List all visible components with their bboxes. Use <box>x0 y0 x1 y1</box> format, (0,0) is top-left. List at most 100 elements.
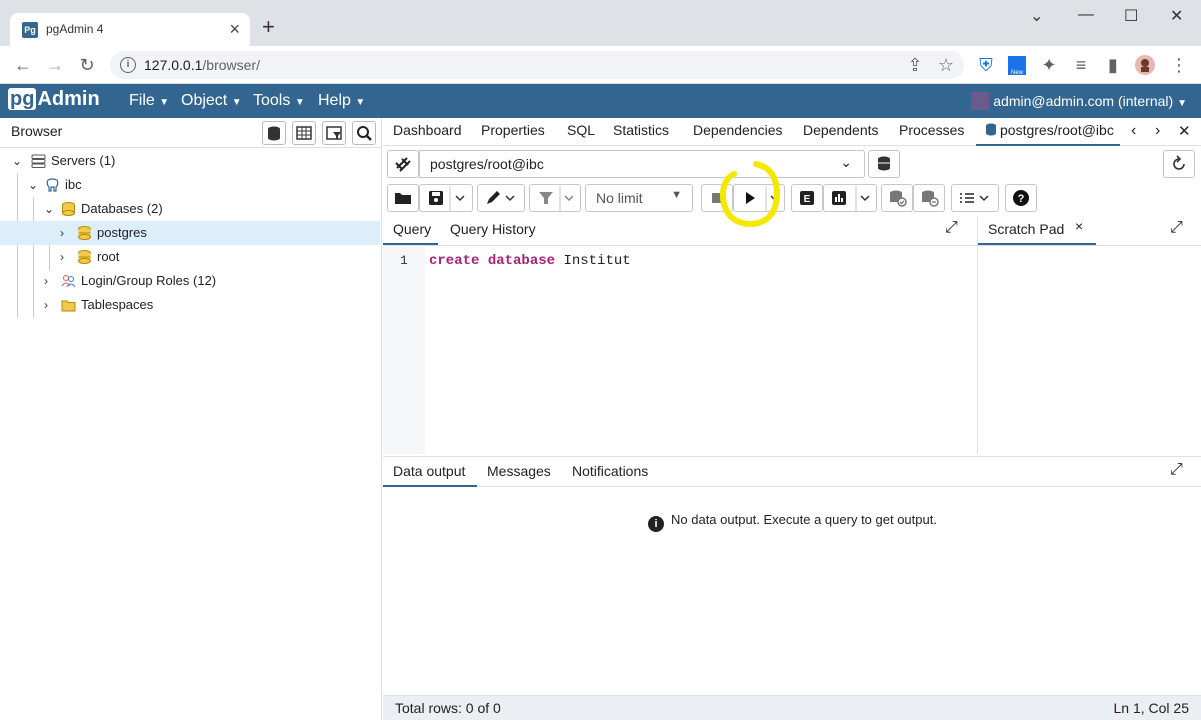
tree-node-db-root[interactable]: › root <box>0 245 380 269</box>
tab-processes[interactable]: Processes <box>899 122 964 138</box>
browser-tab-title: pgAdmin 4 <box>46 22 104 36</box>
tab-query-tool[interactable]: postgres/root@ibc <box>985 122 1121 138</box>
user-avatar <box>971 92 990 110</box>
tab-data-output[interactable]: Data output <box>393 463 465 479</box>
query-tool-icon[interactable] <box>262 121 286 145</box>
back-icon[interactable]: ← <box>12 54 34 76</box>
close-window-button[interactable]: ✕ <box>1170 6 1183 26</box>
explain-analyze-button[interactable] <box>823 184 877 212</box>
database-switch-icon[interactable] <box>868 150 900 178</box>
tab-properties[interactable]: Properties <box>481 122 545 138</box>
tree-node-servers[interactable]: ⌄ Servers (1) <box>0 149 380 173</box>
rollback-icon[interactable] <box>913 184 945 212</box>
menu-file[interactable]: File ▼ <box>129 92 169 110</box>
expand-icon[interactable]: ⤢ <box>945 219 958 237</box>
browser-panel-title: Browser <box>11 123 63 139</box>
tab-dependents[interactable]: Dependents <box>803 122 879 138</box>
more-menu-icon[interactable]: ⋮ <box>1168 54 1190 76</box>
chevron-right-icon[interactable]: › <box>60 245 64 269</box>
chevron-down-icon[interactable]: ⌄ <box>28 173 38 197</box>
explain-button[interactable]: E <box>791 184 823 212</box>
total-rows: Total rows: 0 of 0 <box>395 700 501 716</box>
forward-icon[interactable]: → <box>44 54 66 76</box>
expand-icon[interactable]: ⤢ <box>1170 219 1183 237</box>
active-tab-indicator <box>978 243 1096 245</box>
view-data-icon[interactable] <box>292 121 316 145</box>
filter-button[interactable] <box>529 184 581 212</box>
tree-node-login-roles[interactable]: › Login/Group Roles (12) <box>0 269 380 293</box>
chevron-right-icon[interactable]: › <box>44 293 48 317</box>
reload-icon[interactable]: ↻ <box>76 54 98 76</box>
chevron-down-icon[interactable]: ⌄ <box>44 197 54 221</box>
tab-statistics[interactable]: Statistics <box>613 122 669 138</box>
address-bar[interactable]: i 127.0.0.1/browser/ ⇪ ☆ <box>110 51 964 79</box>
filtered-rows-icon[interactable] <box>322 121 346 145</box>
tree-node-server-ibc[interactable]: ⌄ ibc <box>0 173 380 197</box>
macros-button[interactable] <box>951 184 999 212</box>
svg-text:?: ? <box>1018 193 1025 205</box>
menu-object[interactable]: Object ▼ <box>181 92 242 110</box>
tab-sql[interactable]: SQL <box>567 122 595 138</box>
tab-query[interactable]: Query <box>393 221 431 237</box>
share-icon[interactable]: ⇪ <box>904 54 926 76</box>
chevron-down-icon[interactable]: ⌄ <box>1030 6 1043 26</box>
scroll-tabs-right-icon[interactable]: › <box>1155 122 1160 140</box>
commit-icon[interactable] <box>881 184 913 212</box>
browser-navbar: ← → ↻ i 127.0.0.1/browser/ ⇪ ☆ ⛨ New ✦ ≡… <box>0 46 1201 84</box>
pgadmin-favicon-icon: Pg <box>22 22 38 38</box>
reading-list-icon[interactable]: ≡ <box>1070 54 1092 76</box>
tab-notifications[interactable]: Notifications <box>572 463 648 479</box>
tab-scratch-pad[interactable]: Scratch Pad <box>988 221 1064 237</box>
output-tabs: Data output Messages Notifications ⤢ <box>383 456 1201 487</box>
tree-node-databases[interactable]: ⌄ Databases (2) <box>0 197 380 221</box>
menu-help[interactable]: Help ▼ <box>318 92 365 110</box>
close-tab-icon[interactable]: × <box>229 19 240 40</box>
tab-query-history[interactable]: Query History <box>450 221 536 237</box>
query-toolbar: No limit ▼ E ? <box>383 182 1201 214</box>
chevron-right-icon[interactable]: › <box>60 221 64 245</box>
profile-avatar[interactable] <box>1134 54 1156 76</box>
user-menu[interactable]: admin@admin.com (internal) ▼ <box>971 92 1187 110</box>
refresh-icon[interactable] <box>1163 150 1195 178</box>
expand-icon[interactable]: ⤢ <box>1170 461 1183 479</box>
edit-button[interactable] <box>477 184 525 212</box>
maximize-button[interactable]: ☐ <box>1124 6 1138 26</box>
svg-text:E: E <box>804 194 811 205</box>
chevron-down-icon[interactable]: ⌄ <box>12 149 22 173</box>
menu-tools[interactable]: Tools ▼ <box>253 92 305 110</box>
shield-extension-icon[interactable]: ⛨ <box>975 54 997 76</box>
extensions-puzzle-icon[interactable]: ✦ <box>1038 54 1060 76</box>
minimize-button[interactable]: — <box>1078 6 1094 24</box>
tab-dependencies[interactable]: Dependencies <box>693 122 783 138</box>
save-file-button[interactable] <box>419 184 473 212</box>
info-icon[interactable]: i <box>120 57 136 73</box>
main-tab-bar: Dashboard Properties SQL Statistics Depe… <box>383 118 1201 146</box>
query-panel-tabs: Query Query History ⤢ <box>383 216 977 246</box>
tab-messages[interactable]: Messages <box>487 463 551 479</box>
tree-node-db-postgres[interactable]: › postgres <box>0 221 380 245</box>
tree-node-tablespaces[interactable]: › Tablespaces <box>0 293 380 317</box>
active-tab-indicator <box>383 243 438 245</box>
open-file-icon[interactable] <box>387 184 419 212</box>
caret-down-icon: ▼ <box>671 189 682 201</box>
connection-row: postgres/root@ibc ⌄ <box>383 148 1201 180</box>
new-tab-button[interactable]: + <box>262 16 275 38</box>
tab-dashboard[interactable]: Dashboard <box>393 122 462 138</box>
chevron-right-icon[interactable]: › <box>44 269 48 293</box>
new-extension-icon[interactable]: New <box>1006 54 1028 76</box>
connection-select[interactable]: postgres/root@ibc ⌄ <box>419 150 865 178</box>
scroll-tabs-left-icon[interactable]: ‹ <box>1131 122 1136 140</box>
pgadmin-navbar: pg Admin File ▼ Object ▼ Tools ▼ Help ▼ a… <box>0 84 1201 118</box>
browser-tab[interactable]: Pg pgAdmin 4 × <box>10 13 250 47</box>
scratch-pad-textarea[interactable] <box>977 247 1201 454</box>
search-icon[interactable] <box>352 121 376 145</box>
sql-editor[interactable]: 1 create database Institut <box>383 247 977 454</box>
row-limit-select[interactable]: No limit ▼ <box>585 184 693 212</box>
close-icon[interactable]: × <box>1075 218 1083 234</box>
connection-status-icon[interactable] <box>387 150 419 178</box>
bookmark-star-icon[interactable]: ☆ <box>935 54 957 76</box>
side-panel-icon[interactable]: ▮ <box>1102 54 1124 76</box>
help-icon[interactable]: ? <box>1005 184 1037 212</box>
close-icon[interactable]: ✕ <box>1178 122 1191 140</box>
chevron-down-icon: ⌄ <box>840 154 852 170</box>
